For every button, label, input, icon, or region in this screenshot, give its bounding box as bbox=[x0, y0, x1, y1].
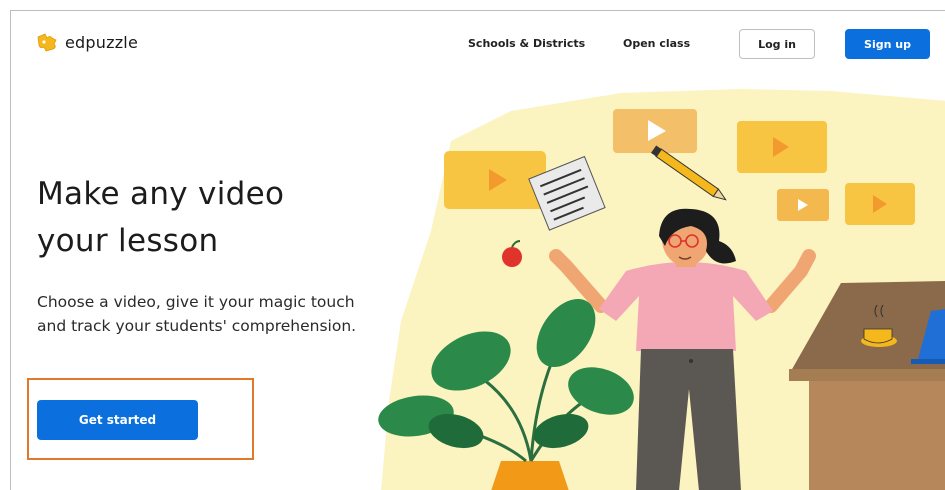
logo-text: edpuzzle bbox=[65, 32, 138, 52]
headline-line-1: Make any video bbox=[37, 176, 285, 212]
hero-headline: Make any video your lesson bbox=[37, 171, 397, 265]
video-card-icon bbox=[845, 183, 915, 225]
cropped-top-text bbox=[0, 0, 945, 10]
hero-illustration bbox=[378, 89, 945, 490]
signup-button[interactable]: Sign up bbox=[845, 29, 930, 59]
video-card-icon bbox=[613, 109, 697, 153]
edpuzzle-logo[interactable]: edpuzzle bbox=[35, 31, 138, 53]
nav-link-schools-districts[interactable]: Schools & Districts bbox=[468, 37, 585, 50]
browser-viewport: edpuzzle Schools & Districts Open class … bbox=[10, 10, 945, 490]
puzzle-logo-icon bbox=[37, 33, 57, 52]
video-card-icon bbox=[777, 189, 829, 221]
video-card-icon bbox=[737, 121, 827, 173]
get-started-button[interactable]: Get started bbox=[37, 400, 198, 440]
headline-line-2: your lesson bbox=[37, 223, 219, 259]
nav-link-open-class[interactable]: Open class bbox=[623, 37, 690, 50]
login-button[interactable]: Log in bbox=[739, 29, 815, 59]
hero-subtext: Choose a video, give it your magic touch… bbox=[37, 293, 357, 335]
